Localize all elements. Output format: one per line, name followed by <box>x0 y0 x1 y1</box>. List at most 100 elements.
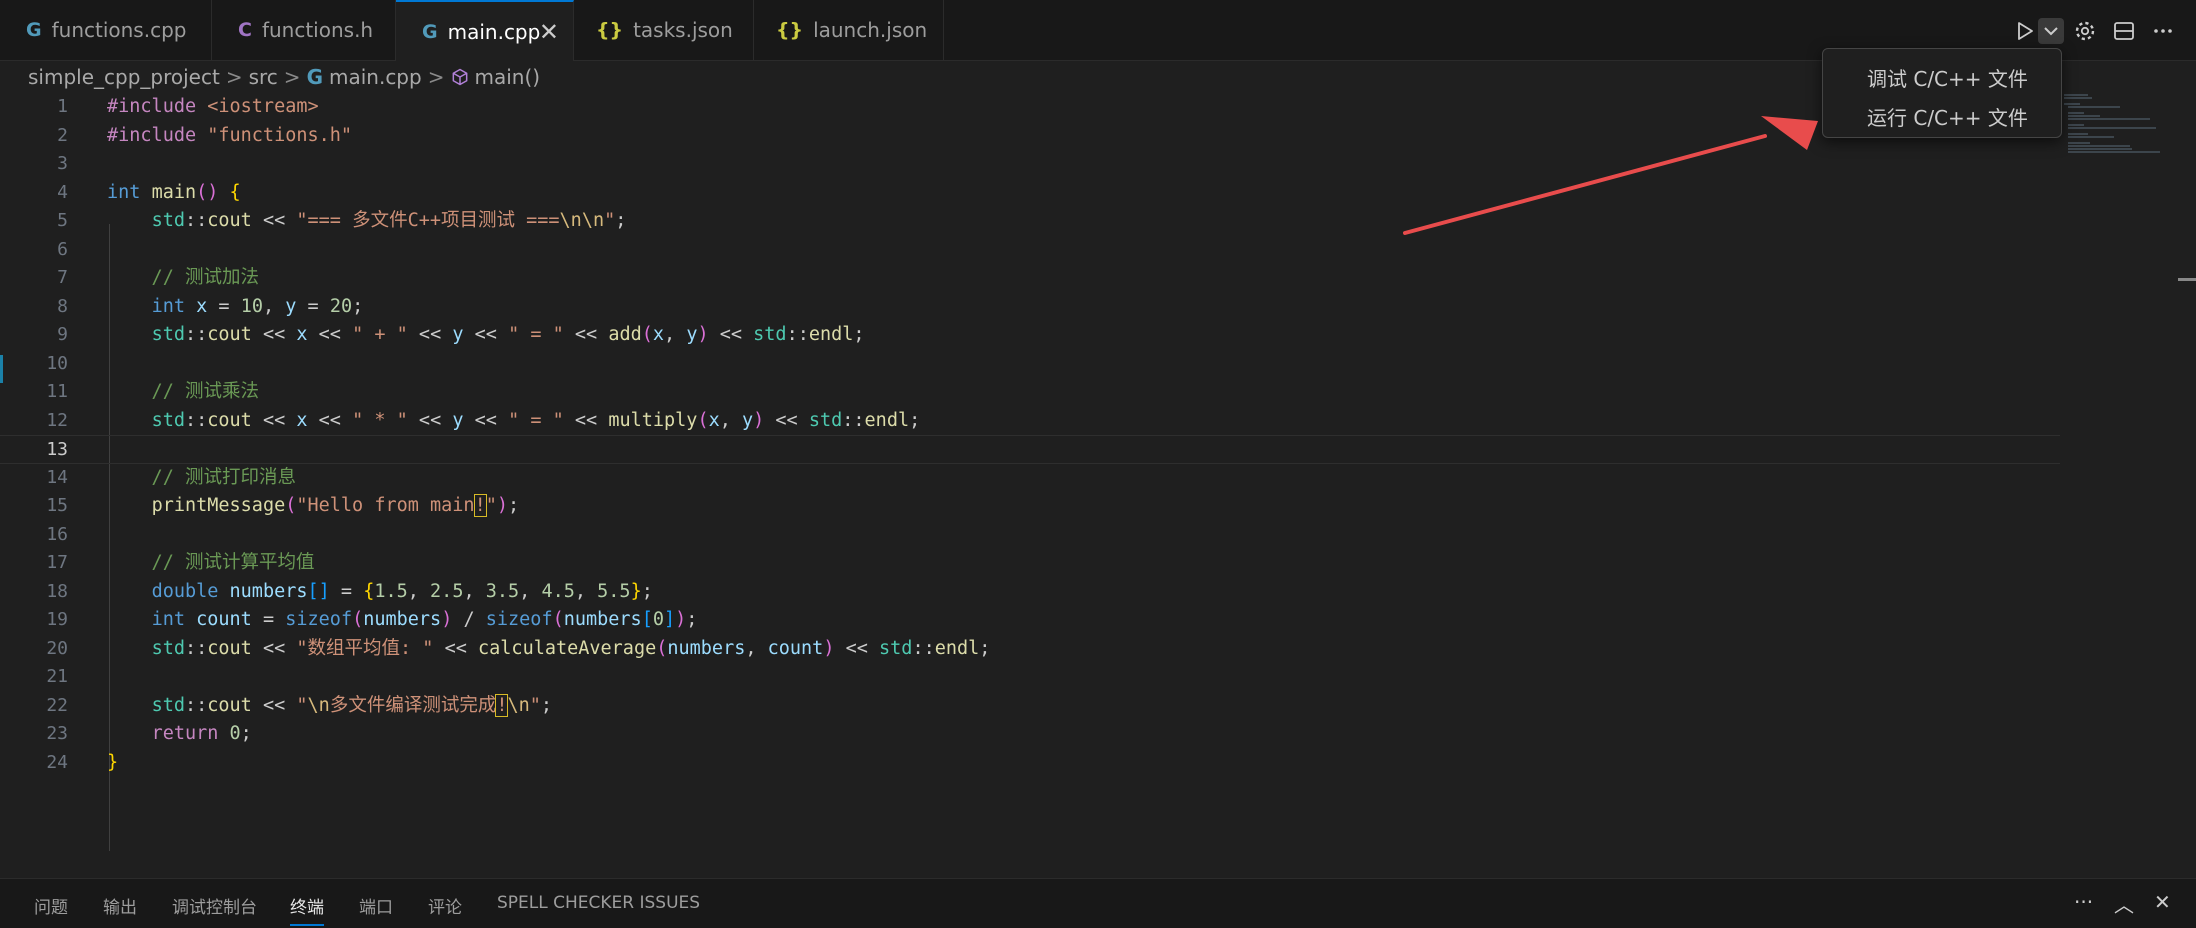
tab-label: launch.json <box>813 18 928 42</box>
breadcrumb-folder[interactable]: src <box>249 65 278 89</box>
code-text[interactable]: #include "functions.h" <box>107 122 352 151</box>
breadcrumb-symbol[interactable]: main() <box>474 65 540 89</box>
cube-symbol-icon <box>450 67 470 87</box>
menu-item-debug-cpp[interactable]: 调试 C/C++ 文件 <box>1867 63 2028 92</box>
maximize-panel-icon[interactable]: ︿ <box>2114 889 2136 917</box>
code-text[interactable]: std::cout << "数组平均值: " << calculateAvera… <box>107 635 991 664</box>
line-number: 11 <box>46 381 68 402</box>
line-number: 23 <box>46 723 68 744</box>
tab-functions-cpp[interactable]: G functions.cpp <box>0 0 212 60</box>
code-editor[interactable]: 1 #include <iostream> 2 #include "functions… <box>0 93 2196 878</box>
code-text[interactable]: // 测试乘法 <box>107 378 259 407</box>
breadcrumb-separator: > <box>225 65 243 89</box>
code-line[interactable]: 14 // 测试打印消息 <box>0 464 2060 493</box>
breadcrumb-separator: > <box>283 65 301 89</box>
change-gutter-marker <box>0 355 3 383</box>
run-dropdown-menu: 调试 C/C++ 文件 运行 C/C++ 文件 <box>1822 48 2062 138</box>
minimap[interactable] <box>2060 93 2180 153</box>
code-line[interactable]: 21 <box>0 663 2060 692</box>
code-line[interactable]: 23 return 0; <box>0 720 2060 749</box>
line-number: 22 <box>46 694 68 716</box>
split-editor-icon[interactable] <box>2111 18 2137 44</box>
line-number: 8 <box>57 295 68 317</box>
panel-tab-debug-console[interactable]: 调试控制台 <box>172 893 257 918</box>
panel-tab-problems[interactable]: 问题 <box>34 893 68 918</box>
line-number: 14 <box>46 466 68 488</box>
code-text[interactable]: // 测试计算平均值 <box>107 549 315 578</box>
code-line[interactable]: 12 std::cout << x << " * " << y << " = "… <box>0 407 2060 436</box>
code-line[interactable]: 9 std::cout << x << " + " << y << " = " … <box>0 321 2060 350</box>
line-number: 3 <box>57 153 68 174</box>
code-line[interactable]: 22 std::cout << "\n多文件编译测试完成!\n"; <box>0 692 2060 721</box>
menu-item-run-cpp[interactable]: 运行 C/C++ 文件 <box>1867 102 2028 131</box>
tab-label: functions.cpp <box>51 18 187 42</box>
code-line[interactable]: 11 // 测试乘法 <box>0 378 2060 407</box>
tab-launch-json[interactable]: {} launch.json <box>754 0 944 60</box>
code-text[interactable]: } <box>107 749 118 778</box>
code-text[interactable]: std::cout << x << " + " << y << " = " <<… <box>107 321 865 350</box>
code-text[interactable]: double numbers[] = {1.5, 2.5, 3.5, 4.5, … <box>107 578 653 607</box>
code-line[interactable]: 16 <box>0 521 2060 550</box>
panel-tab-spell-checker[interactable]: SPELL CHECKER ISSUES <box>497 893 700 913</box>
scrollbar-marker[interactable] <box>2178 278 2196 281</box>
code-line[interactable]: 6 <box>0 236 2060 265</box>
tab-tasks-json[interactable]: {} tasks.json <box>574 0 754 60</box>
code-text[interactable]: std::cout << "=== 多文件C++项目测试 ===\n\n"; <box>107 207 627 236</box>
cpp-file-icon: G <box>306 65 323 89</box>
code-line[interactable]: 19 int count = sizeof(numbers) / sizeof(… <box>0 606 2060 635</box>
run-icon[interactable] <box>2012 18 2038 44</box>
line-number: 18 <box>46 580 68 602</box>
code-line[interactable]: 8 int x = 10, y = 20; <box>0 293 2060 322</box>
code-line[interactable]: 13 <box>0 435 2060 464</box>
code-line[interactable]: 2 #include "functions.h" <box>0 122 2060 151</box>
code-line[interactable]: 5 std::cout << "=== 多文件C++项目测试 ===\n\n"; <box>0 207 2060 236</box>
code-line[interactable]: 15 printMessage("Hello from main!"); <box>0 492 2060 521</box>
cpp-file-icon: G <box>422 20 438 43</box>
chevron-down-icon[interactable] <box>2038 18 2064 44</box>
breadcrumb-file[interactable]: main.cpp <box>329 65 422 89</box>
code-line[interactable]: 18 double numbers[] = {1.5, 2.5, 3.5, 4.… <box>0 578 2060 607</box>
tab-functions-h[interactable]: C functions.h <box>212 0 396 60</box>
code-text[interactable]: // 测试打印消息 <box>107 464 296 493</box>
panel-tab-bar: 问题 输出 调试控制台 终端 端口 评论 SPELL CHECKER ISSUE… <box>0 878 2196 928</box>
close-tab-icon[interactable]: ✕ <box>539 18 559 46</box>
line-number: 24 <box>46 751 68 773</box>
breadcrumb-project[interactable]: simple_cpp_project <box>28 65 220 89</box>
code-text[interactable]: // 测试加法 <box>107 264 259 293</box>
breadcrumb-separator: > <box>427 65 445 89</box>
panel-tab-comments[interactable]: 评论 <box>428 893 462 918</box>
tab-label: functions.h <box>261 18 374 42</box>
line-number: 19 <box>46 609 68 630</box>
code-text[interactable]: int count = sizeof(numbers) / sizeof(num… <box>107 606 698 635</box>
code-line[interactable]: 7 // 测试加法 <box>0 264 2060 293</box>
code-line[interactable]: 3 <box>0 150 2060 179</box>
header-file-icon: C <box>238 19 252 41</box>
line-number: 1 <box>57 96 68 117</box>
more-icon[interactable] <box>2150 18 2176 44</box>
code-text[interactable]: printMessage("Hello from main!"); <box>107 492 519 521</box>
panel-tab-output[interactable]: 输出 <box>103 893 137 918</box>
code-line[interactable]: 20 std::cout << "数组平均值: " << calculateAv… <box>0 635 2060 664</box>
line-number: 13 <box>46 439 68 460</box>
line-number: 2 <box>57 124 68 146</box>
code-text[interactable]: int x = 10, y = 20; <box>107 293 364 322</box>
close-panel-icon[interactable]: ✕ <box>2154 890 2176 914</box>
code-line[interactable]: 4 int main() { <box>0 179 2060 208</box>
panel-tab-terminal[interactable]: 终端 <box>290 893 324 926</box>
panel-more-icon[interactable]: ··· <box>2074 890 2096 914</box>
code-line[interactable]: 24} <box>0 749 2060 778</box>
code-line[interactable]: 1 #include <iostream> <box>0 93 2060 122</box>
code-text[interactable]: #include <iostream> <box>107 93 319 122</box>
code-line[interactable]: 17 // 测试计算平均值 <box>0 549 2060 578</box>
code-text[interactable]: std::cout << x << " * " << y << " = " <<… <box>107 407 921 436</box>
json-file-icon: {} <box>596 19 624 41</box>
code-text[interactable]: return 0; <box>107 720 252 749</box>
tab-main-cpp[interactable]: G main.cpp ✕ <box>396 0 574 61</box>
panel-tab-ports[interactable]: 端口 <box>359 893 393 918</box>
gear-icon[interactable] <box>2072 18 2098 44</box>
code-text[interactable]: int main() { <box>107 179 241 208</box>
code-line[interactable]: 10 <box>0 350 2060 379</box>
line-number: 16 <box>46 523 68 545</box>
line-number: 20 <box>46 637 68 659</box>
code-text[interactable]: std::cout << "\n多文件编译测试完成!\n"; <box>107 692 552 721</box>
